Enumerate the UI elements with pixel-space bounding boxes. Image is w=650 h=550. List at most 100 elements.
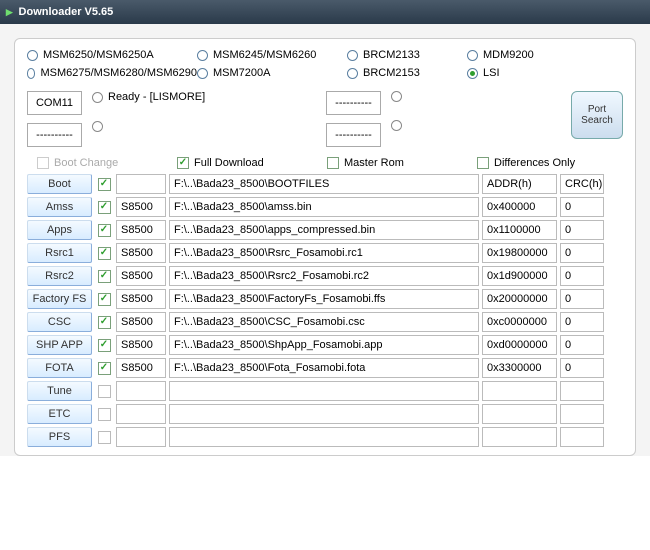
port-a-indicator-icon: [92, 92, 103, 103]
file-enable-checkbox[interactable]: [98, 247, 111, 260]
file-addr-cell: [482, 381, 557, 401]
file-row: Rsrc2S8500F:\..\Bada23_8500\Rsrc2_Fosamo…: [27, 266, 623, 286]
file-addr-cell: 0x400000: [482, 197, 557, 217]
file-model-cell: S8500: [116, 312, 166, 332]
master-rom-checkbox[interactable]: [327, 157, 339, 169]
file-select-button[interactable]: ETC: [27, 404, 92, 424]
file-row: ETC: [27, 404, 623, 424]
file-enable-checkbox[interactable]: [98, 201, 111, 214]
file-crc-cell: 0: [560, 197, 604, 217]
file-addr-cell: 0x20000000: [482, 289, 557, 309]
file-select-button[interactable]: CSC: [27, 312, 92, 332]
file-crc-cell: 0: [560, 243, 604, 263]
file-crc-cell: [560, 381, 604, 401]
file-addr-cell: ADDR(h): [482, 174, 557, 194]
radio-label: MSM6245/MSM6260: [213, 49, 316, 61]
file-model-cell: S8500: [116, 289, 166, 309]
port-d-select[interactable]: ----------: [326, 123, 381, 147]
radio-label: MSM7200A: [213, 67, 270, 79]
port-d-indicator-icon: [391, 120, 402, 131]
file-enable-checkbox[interactable]: [98, 431, 111, 444]
file-enable-checkbox[interactable]: [98, 408, 111, 421]
boot-change-checkbox[interactable]: [37, 157, 49, 169]
file-addr-cell: [482, 427, 557, 447]
file-select-button[interactable]: Tune: [27, 381, 92, 401]
full-download-checkbox[interactable]: [177, 157, 189, 169]
chipset-msm6250[interactable]: MSM6250/MSM6250A: [27, 49, 197, 61]
file-row: Apps S8500F:\..\Bada23_8500\apps_compress…: [27, 220, 623, 240]
chipset-msm6275[interactable]: MSM6275/MSM6280/MSM6290: [27, 67, 197, 79]
file-path-cell: [169, 404, 479, 424]
file-enable-checkbox[interactable]: [98, 385, 111, 398]
port-c-indicator-icon: [391, 91, 402, 102]
file-enable-checkbox[interactable]: [98, 224, 111, 237]
file-addr-cell: 0x1d900000: [482, 266, 557, 286]
file-enable-checkbox[interactable]: [98, 316, 111, 329]
file-enable-checkbox[interactable]: [98, 270, 111, 283]
port-section: COM11 ---------- Ready - [LISMORE] -----…: [27, 91, 623, 147]
file-row: Rsrc1 S8500F:\..\Bada23_8500\Rsrc_Fosamob…: [27, 243, 623, 263]
file-path-cell: F:\..\Bada23_8500\CSC_Fosamobi.csc: [169, 312, 479, 332]
file-model-cell: [116, 174, 166, 194]
boot-change-label: Boot Change: [54, 157, 118, 169]
file-path-cell: F:\..\Bada23_8500\apps_compressed.bin: [169, 220, 479, 240]
file-select-button[interactable]: Boot: [27, 174, 92, 194]
file-model-cell: S8500: [116, 335, 166, 355]
file-select-button[interactable]: Factory FS: [27, 289, 92, 309]
file-enable-checkbox[interactable]: [98, 339, 111, 352]
file-model-cell: S8500: [116, 243, 166, 263]
file-row: FOTA S8500F:\..\Bada23_8500\Fota_Fosamobi…: [27, 358, 623, 378]
chipset-lsi[interactable]: LSI: [467, 67, 587, 79]
port-a-status: Ready - [LISMORE]: [108, 91, 205, 103]
file-model-cell: S8500: [116, 358, 166, 378]
file-model-cell: S8500: [116, 220, 166, 240]
file-select-button[interactable]: Apps: [27, 220, 92, 240]
file-rows-container: Boot F:\..\Bada23_8500\BOOTFILESADDR(h)CR…: [27, 174, 623, 447]
file-crc-cell: CRC(h): [560, 174, 604, 194]
file-path-cell: F:\..\Bada23_8500\FactoryFs_Fosamobi.ffs: [169, 289, 479, 309]
file-select-button[interactable]: Rsrc2: [27, 266, 92, 286]
file-crc-cell: 0: [560, 220, 604, 240]
file-row: SHP APPS8500F:\..\Bada23_8500\ShpApp_Fos…: [27, 335, 623, 355]
chipset-brcm2133[interactable]: BRCM2133: [347, 49, 467, 61]
full-download-label: Full Download: [194, 157, 264, 169]
differences-only-checkbox[interactable]: [477, 157, 489, 169]
file-path-cell: F:\..\Bada23_8500\Rsrc_Fosamobi.rc1: [169, 243, 479, 263]
file-select-button[interactable]: PFS: [27, 427, 92, 447]
file-path-cell: F:\..\Bada23_8500\Rsrc2_Fosamobi.rc2: [169, 266, 479, 286]
chipset-radio-group: MSM6250/MSM6250A MSM6245/MSM6260 BRCM213…: [27, 49, 623, 79]
file-path-cell: [169, 381, 479, 401]
file-row: AmssS8500F:\..\Bada23_8500\amss.bin0x400…: [27, 197, 623, 217]
file-select-button[interactable]: SHP APP: [27, 335, 92, 355]
port-search-button[interactable]: Port Search: [571, 91, 623, 139]
file-enable-checkbox[interactable]: [98, 178, 111, 191]
file-select-button[interactable]: Amss: [27, 197, 92, 217]
file-select-button[interactable]: Rsrc1: [27, 243, 92, 263]
main-panel: MSM6250/MSM6250A MSM6245/MSM6260 BRCM213…: [14, 38, 636, 456]
file-row: Boot F:\..\Bada23_8500\BOOTFILESADDR(h)CR…: [27, 174, 623, 194]
file-path-cell: F:\..\Bada23_8500\BOOTFILES: [169, 174, 479, 194]
file-enable-checkbox[interactable]: [98, 293, 111, 306]
chipset-brcm2153[interactable]: BRCM2153: [347, 67, 467, 79]
file-select-button[interactable]: FOTA: [27, 358, 92, 378]
radio-label: MSM6275/MSM6280/MSM6290: [40, 67, 197, 79]
file-row: PFS: [27, 427, 623, 447]
radio-label: BRCM2133: [363, 49, 420, 61]
chipset-msm7200a[interactable]: MSM7200A: [197, 67, 347, 79]
options-row: Boot Change Full Download Master Rom Dif…: [27, 157, 623, 169]
file-addr-cell: [482, 404, 557, 424]
file-model-cell: S8500: [116, 197, 166, 217]
app-arrow-icon: ▸: [6, 4, 13, 20]
chipset-msm6245[interactable]: MSM6245/MSM6260: [197, 49, 347, 61]
radio-label: MSM6250/MSM6250A: [43, 49, 154, 61]
port-c-select[interactable]: ----------: [326, 91, 381, 115]
file-model-cell: [116, 381, 166, 401]
chipset-mdm9200[interactable]: MDM9200: [467, 49, 587, 61]
file-enable-checkbox[interactable]: [98, 362, 111, 375]
port-a-select[interactable]: COM11: [27, 91, 82, 115]
file-path-cell: F:\..\Bada23_8500\Fota_Fosamobi.fota: [169, 358, 479, 378]
file-crc-cell: 0: [560, 312, 604, 332]
file-addr-cell: 0xc0000000: [482, 312, 557, 332]
file-model-cell: [116, 404, 166, 424]
port-b-select[interactable]: ----------: [27, 123, 82, 147]
